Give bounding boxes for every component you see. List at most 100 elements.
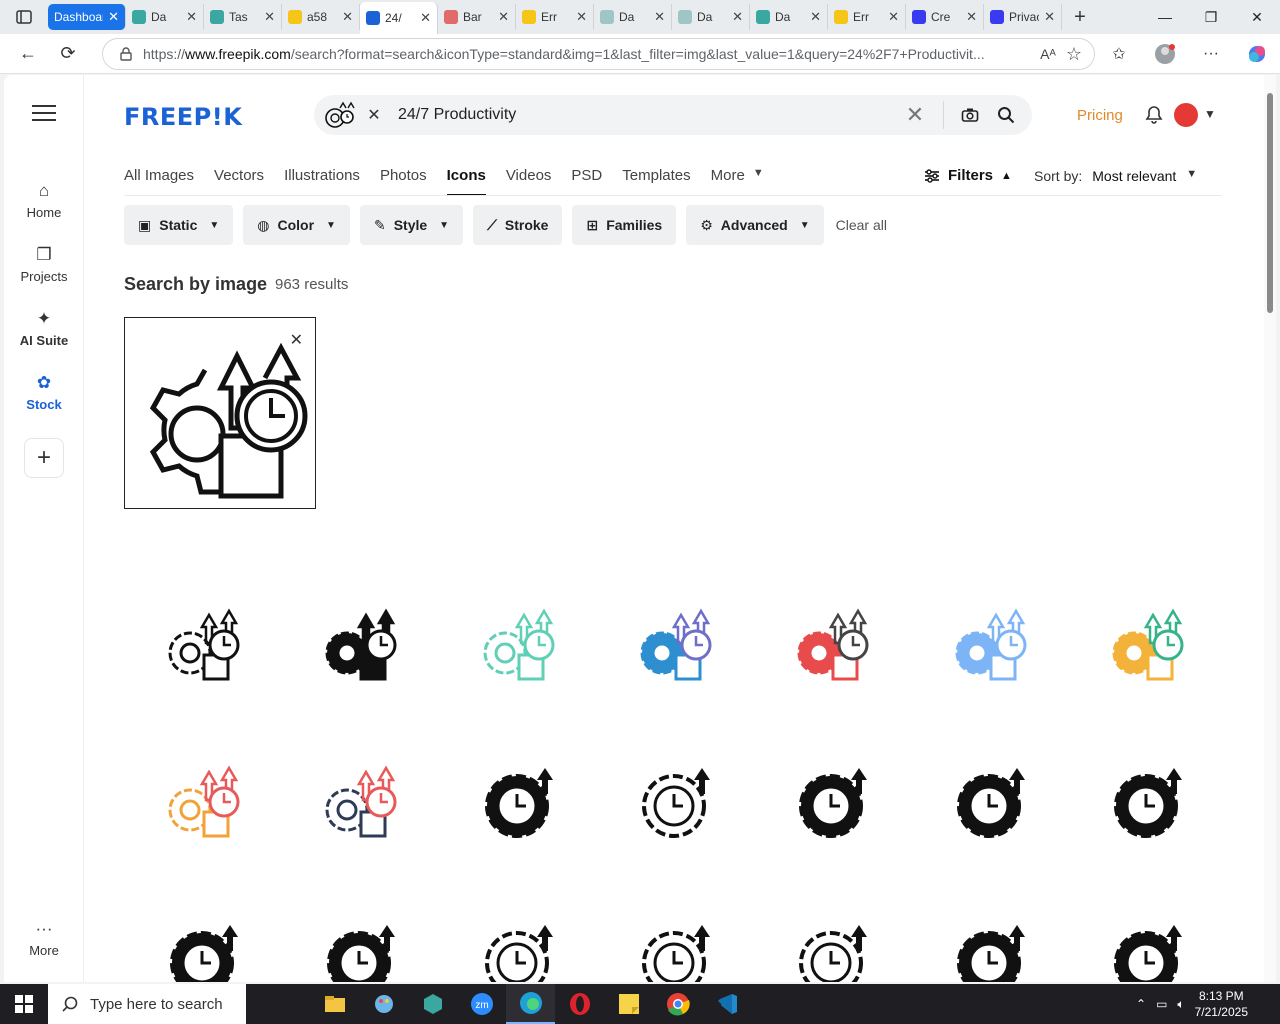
copilot-icon[interactable] — [1234, 34, 1280, 74]
icon-result-card[interactable] — [439, 881, 595, 982]
category-tab[interactable]: Photos — [380, 167, 427, 196]
filter-chip-static[interactable]: ▣ Static ▼ — [124, 205, 234, 245]
hamburger-menu-icon[interactable] — [32, 105, 56, 121]
camera-icon[interactable] — [952, 107, 988, 123]
icon-result-card[interactable] — [753, 724, 909, 880]
query-image-preview[interactable]: ✕ — [124, 317, 316, 509]
freepik-logo[interactable]: FREEP!K — [124, 103, 242, 131]
close-window-button[interactable]: ✕ — [1234, 0, 1280, 34]
browser-tab[interactable]: Err ✕ — [516, 4, 594, 30]
tab-close-icon[interactable]: ✕ — [186, 9, 197, 25]
browser-tab[interactable]: 24/ ✕ — [360, 2, 438, 34]
tab-close-icon[interactable]: ✕ — [654, 9, 665, 25]
icon-result-card[interactable] — [1068, 567, 1224, 723]
avatar[interactable] — [1174, 103, 1198, 127]
browser-tab[interactable]: a58 ✕ — [282, 4, 360, 30]
filter-chip-color[interactable]: ◍ Color ▼ — [243, 205, 350, 245]
volume-icon[interactable]: 🔈︎ — [1177, 997, 1184, 1012]
site-info-icon[interactable] — [119, 47, 133, 61]
filter-chip-style[interactable]: ✎ Style ▼ — [359, 205, 464, 245]
icon-result-card[interactable] — [753, 567, 909, 723]
remove-image-icon[interactable]: ✕ — [360, 105, 388, 125]
profile-icon[interactable] — [1142, 34, 1188, 74]
category-tab[interactable]: All Images — [124, 167, 194, 196]
icon-result-card[interactable] — [596, 567, 752, 723]
search-image-thumbnail[interactable] — [320, 95, 360, 135]
read-aloud-icon[interactable]: Aᴬ — [1040, 46, 1056, 62]
tab-close-icon[interactable]: ✕ — [108, 9, 119, 25]
sticky-notes-icon[interactable] — [604, 984, 653, 1024]
filter-chip-advanced[interactable]: ⚙ Advanced ▼ — [686, 205, 824, 245]
pricing-link[interactable]: Pricing — [1077, 107, 1123, 124]
category-tab[interactable]: PSD — [571, 167, 602, 196]
chevron-up-icon[interactable]: ⌃ — [1136, 997, 1146, 1011]
icon-result-card[interactable] — [596, 724, 752, 880]
file-explorer-icon[interactable] — [310, 984, 359, 1024]
favorite-star-icon[interactable]: ☆ — [1066, 44, 1094, 65]
page-scrollbar[interactable] — [1264, 75, 1276, 982]
sidebar-item-stock[interactable]: ✿ Stock — [4, 369, 84, 412]
icon-result-card[interactable] — [439, 567, 595, 723]
new-tab-button[interactable]: + — [1062, 0, 1098, 34]
filter-chip-stroke[interactable]: ⟋ Stroke — [473, 205, 563, 245]
vscode-icon[interactable] — [702, 984, 751, 1024]
browser-tab[interactable]: Tas ✕ — [204, 4, 282, 30]
browser-tab[interactable]: Cre ✕ — [906, 4, 984, 30]
edge-browser-icon[interactable] — [506, 984, 555, 1024]
tab-close-icon[interactable]: ✕ — [420, 10, 431, 26]
tab-close-icon[interactable]: ✕ — [810, 9, 821, 25]
icon-result-card[interactable] — [124, 881, 280, 982]
browser-tab[interactable]: Da ✕ — [672, 4, 750, 30]
search-input[interactable]: 24/7 Productivity — [388, 106, 895, 124]
taskbar-search[interactable]: Type here to search — [48, 984, 246, 1024]
sort-dropdown[interactable]: Sort by: Most relevant ▼ — [1034, 168, 1197, 184]
category-tab[interactable]: Vectors — [214, 167, 264, 196]
close-icon[interactable]: ✕ — [290, 330, 303, 350]
network-icon[interactable]: ▭ — [1156, 997, 1167, 1011]
browser-tab[interactable]: Da ✕ — [126, 4, 204, 30]
bell-icon[interactable] — [1144, 105, 1164, 130]
icon-result-card[interactable] — [596, 881, 752, 982]
tab-close-icon[interactable]: ✕ — [732, 9, 743, 25]
paint-app-icon[interactable] — [359, 984, 408, 1024]
sidebar-item-home[interactable]: ⌂ Home — [4, 177, 84, 220]
filters-toggle-button[interactable]: Filters ▲ — [924, 167, 1012, 184]
category-tab[interactable]: Icons — [446, 167, 486, 196]
icon-result-card[interactable] — [753, 881, 909, 982]
opera-icon[interactable] — [555, 984, 604, 1024]
icon-result-card[interactable] — [439, 724, 595, 880]
icon-result-card[interactable] — [911, 881, 1067, 982]
icon-result-card[interactable] — [124, 724, 280, 880]
tab-close-icon[interactable]: ✕ — [342, 9, 353, 25]
chevron-down-icon[interactable]: ▼ — [1204, 107, 1216, 121]
tab-close-icon[interactable]: ✕ — [576, 9, 587, 25]
refresh-button[interactable]: ⟳ — [48, 34, 88, 74]
icon-result-card[interactable] — [1068, 724, 1224, 880]
sidebar-item-ai-suite[interactable]: ✦ AI Suite — [4, 305, 84, 348]
scrollbar-thumb[interactable] — [1267, 93, 1273, 313]
add-button[interactable]: + — [24, 438, 64, 478]
tab-close-icon[interactable]: ✕ — [1044, 9, 1055, 25]
category-tab[interactable]: Templates — [622, 167, 690, 196]
sidebar-item-more[interactable]: ··· More — [4, 915, 84, 958]
tab-close-icon[interactable]: ✕ — [264, 9, 275, 25]
browser-tab[interactable]: Err ✕ — [828, 4, 906, 30]
clear-all-button[interactable]: Clear all — [834, 205, 887, 245]
tab-close-icon[interactable]: ✕ — [888, 9, 899, 25]
icon-result-card[interactable] — [124, 567, 280, 723]
favorites-icon[interactable]: ✩ — [1096, 34, 1142, 74]
tab-actions-button[interactable] — [0, 0, 48, 34]
search-icon[interactable] — [988, 106, 1024, 124]
taskbar-clock[interactable]: 8:13 PM 7/21/2025 — [1195, 988, 1248, 1020]
tab-close-icon[interactable]: ✕ — [966, 9, 977, 25]
browser-tab[interactable]: Bar ✕ — [438, 4, 516, 30]
browser-tab[interactable]: Da ✕ — [594, 4, 672, 30]
restore-button[interactable]: ❐ — [1188, 0, 1234, 34]
category-tab[interactable]: Videos — [506, 167, 552, 196]
icon-result-card[interactable] — [1068, 881, 1224, 982]
browser-tab[interactable]: Privacy ✕ — [984, 4, 1062, 30]
icon-result-card[interactable] — [281, 881, 437, 982]
back-button[interactable]: ← — [8, 34, 48, 74]
zoom-icon[interactable]: zm — [457, 984, 506, 1024]
browser-tab[interactable]: Dashboar ✕ — [48, 4, 126, 30]
